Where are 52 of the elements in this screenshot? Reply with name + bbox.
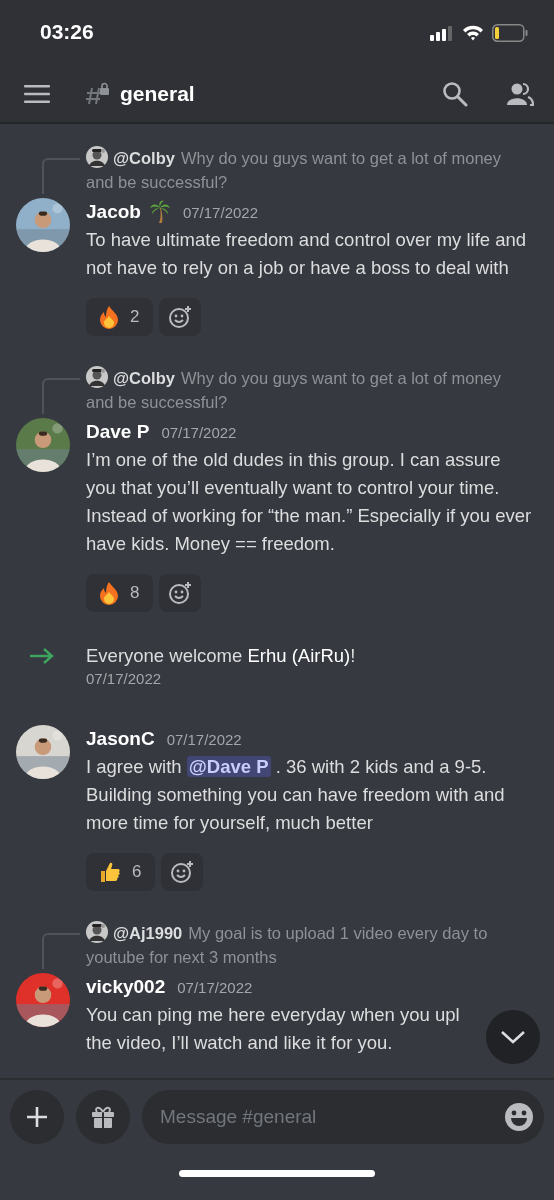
fire-icon (98, 581, 120, 605)
message-text: You can ping me here everyday when you upl (86, 1003, 460, 1027)
timestamp: 07/17/2022 (182, 203, 258, 221)
message-text: I’m one of the old dudes in this group. I can assure you that you’ll eventually want to control your time. Instead of working for “the man.” Especially if you ever have kids. Money == freedom. (86, 448, 532, 556)
search-button[interactable] (442, 81, 468, 107)
signal-icon (430, 25, 454, 41)
timestamp: 07/17/2022 (161, 423, 237, 441)
clock-time: 03:26 (40, 20, 94, 44)
reaction-button[interactable]: 6 (86, 853, 156, 891)
reply-connector (42, 378, 80, 414)
timestamp: 07/17/2022 (177, 978, 253, 996)
reply-connector (42, 933, 80, 969)
members-button[interactable] (506, 82, 534, 106)
menu-button[interactable] (24, 84, 50, 104)
add-reaction-button[interactable] (159, 574, 202, 612)
reply-preview[interactable]: @Colby Why do you guys want to get a lot of money and be successful? (86, 146, 532, 194)
user-mention[interactable]: @Dave P (186, 756, 271, 777)
battery-icon (492, 24, 528, 42)
add-reaction-button[interactable] (161, 853, 204, 891)
gift-icon (90, 1104, 116, 1130)
reply-connector (42, 158, 80, 194)
scroll-down-button[interactable] (486, 1010, 540, 1064)
reply-preview[interactable]: @Aj1990 My goal is to upload 1 video every day to youtube for next 3 months (86, 921, 532, 969)
message-field[interactable]: Message #general (142, 1090, 544, 1144)
username: Dave P (86, 421, 150, 443)
timestamp: 07/17/2022 (86, 670, 163, 687)
add-reaction-button[interactable] (159, 298, 202, 336)
hash-lock-icon (86, 82, 110, 106)
add-emoji-icon (168, 305, 193, 329)
arrow-icon (28, 646, 56, 666)
message-text: To have ultimate freedom and control over my life and not have to rely on a job or have a boss to deal with (86, 228, 528, 280)
fire-icon (98, 305, 120, 329)
message-text: the video, I’ll watch and like it for you. (86, 1031, 393, 1055)
chevron-down-icon (500, 1029, 526, 1045)
message-text: I agree with @Dave P . 36 with 2 kids and a 9-5. Building something you can have freedom with and more time for yourself, much better (86, 755, 506, 835)
reply-preview[interactable]: @Colby Why do you guys want to get a lot of money and be successful? (86, 366, 532, 414)
plus-icon (26, 1106, 48, 1128)
add-emoji-icon (170, 860, 195, 884)
add-emoji-icon (168, 581, 193, 605)
thumbs-up-icon (98, 860, 122, 884)
smiley-icon (504, 1102, 534, 1132)
username: vicky002 (86, 976, 166, 998)
palm-tree-icon (148, 200, 171, 224)
username: Jacob (86, 201, 141, 223)
timestamp: 07/17/2022 (166, 730, 242, 748)
system-message: Everyone welcome Erhu (AirRu)! (86, 644, 356, 668)
reaction-button[interactable]: 8 (86, 574, 154, 612)
username: JasonC (86, 728, 155, 750)
channel-name: general (120, 82, 196, 106)
reaction-button[interactable]: 2 (86, 298, 154, 336)
emoji-button[interactable] (504, 1102, 534, 1132)
wifi-icon (462, 25, 484, 41)
